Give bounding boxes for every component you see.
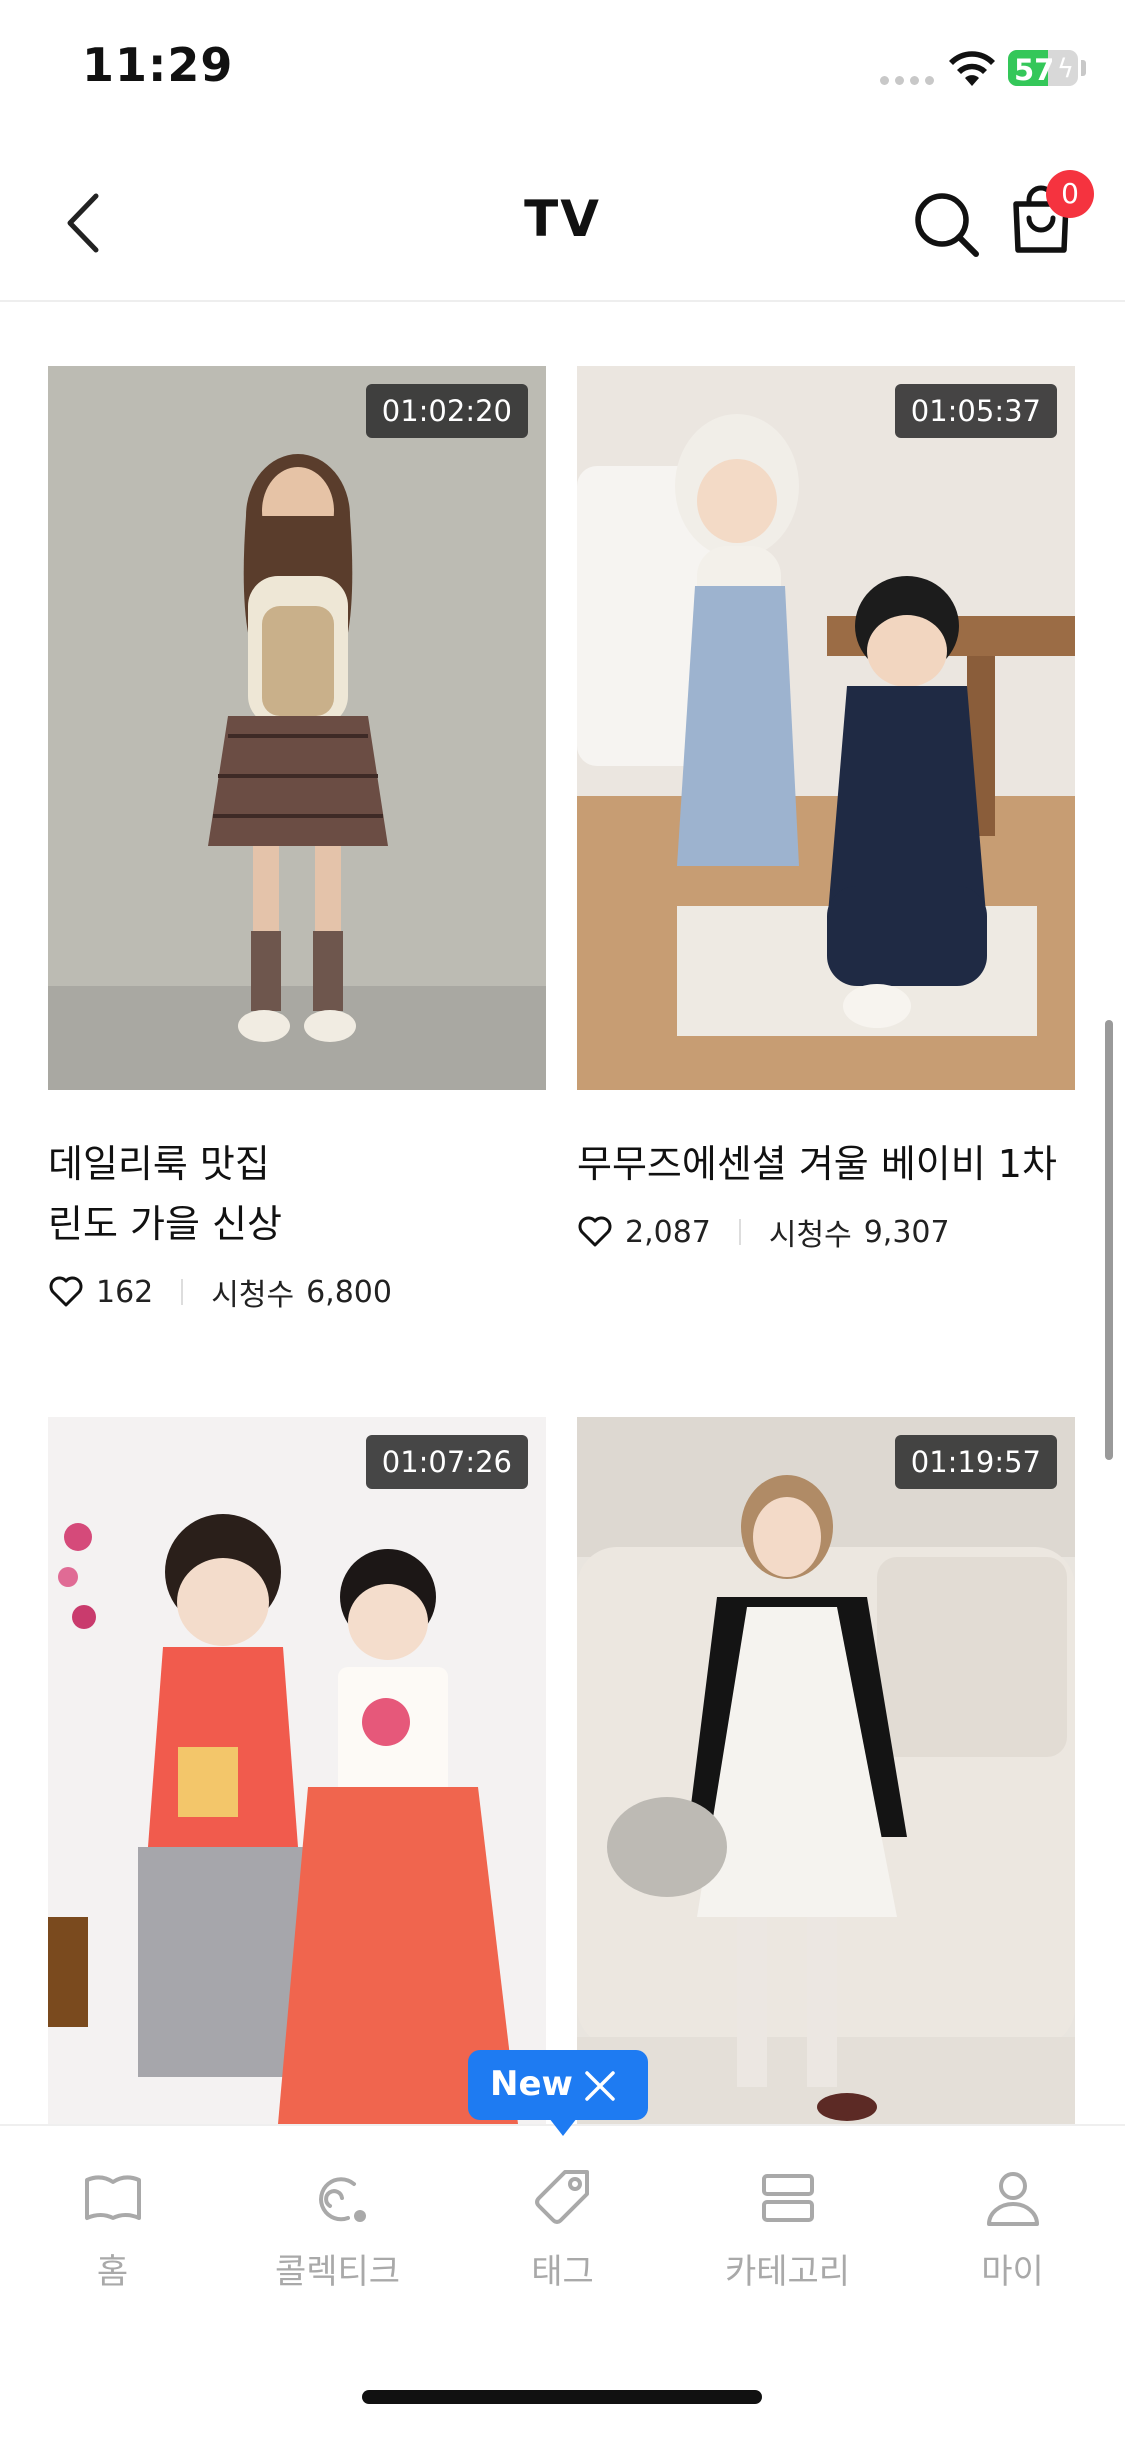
tooltip-pointer — [549, 2118, 577, 2136]
like-count: 162 — [96, 1274, 154, 1310]
thumbnail-image — [577, 366, 1075, 1090]
video-duration: 01:05:37 — [894, 384, 1057, 438]
new-label: New — [490, 2064, 573, 2104]
cart-count-badge: 0 — [1046, 170, 1094, 218]
search-icon[interactable] — [908, 186, 982, 260]
wifi-icon — [949, 51, 995, 86]
status-time: 11:29 — [82, 38, 234, 92]
video-title-line: 무무즈에센셜 겨울 베이비 1차 — [577, 1142, 1057, 1186]
collection-icon — [318, 2177, 366, 2222]
video-thumbnail[interactable]: 01:05:37 — [577, 366, 1075, 1090]
heart-icon[interactable] — [48, 1276, 84, 1308]
charging-bolt-icon: ϟ — [1056, 54, 1074, 84]
close-icon[interactable] — [582, 2068, 618, 2104]
video-duration: 01:02:20 — [365, 384, 528, 438]
heart-icon[interactable] — [577, 1216, 613, 1248]
battery-icon: 57 ϟ — [1008, 50, 1078, 86]
video-duration: 01:07:26 — [365, 1435, 528, 1489]
divider — [738, 1219, 741, 1245]
book-icon — [84, 2175, 141, 2220]
tab-label: 콜렉티크 — [274, 2252, 401, 2292]
thumbnail-image — [577, 1417, 1075, 2124]
tab-category[interactable]: 카테고리 — [675, 2166, 900, 2293]
person-icon — [986, 2172, 1039, 2226]
video-thumbnail[interactable]: 01:02:20 — [48, 366, 546, 1090]
tab-tag[interactable]: 태그 — [450, 2166, 675, 2293]
home-indicator[interactable] — [362, 2390, 762, 2404]
cellular-signal-icon — [880, 76, 934, 85]
video-title-line: 린도 가을 신상 — [48, 1202, 282, 1246]
video-thumbnail[interactable]: 01:07:26 — [48, 1417, 546, 2124]
battery-cap — [1081, 60, 1086, 76]
video-stats: 162 시청수 6,800 — [48, 1270, 546, 1314]
video-card[interactable]: 01:05:37 무무즈에센셜 겨울 베이비 1차 2,087 시청수 9,30… — [577, 366, 1075, 1254]
new-tag-tooltip[interactable]: New — [468, 2050, 648, 2120]
video-thumbnail[interactable]: 01:19:57 — [577, 1417, 1075, 2124]
video-title[interactable]: 데일리룩 맛집 린도 가을 신상 — [48, 1134, 546, 1254]
tab-collectique[interactable]: 콜렉티크 — [225, 2166, 450, 2293]
video-card[interactable]: 01:19:57 — [577, 1417, 1075, 2124]
video-card[interactable]: 01:07:26 — [48, 1417, 546, 2124]
header: TV — [0, 150, 1125, 302]
video-card[interactable]: 01:02:20 데일리룩 맛집 린도 가을 신상 162 시청수 6,800 — [48, 366, 546, 1314]
video-duration: 01:19:57 — [894, 1435, 1057, 1489]
tab-my[interactable]: 마이 — [900, 2166, 1125, 2293]
scroll-indicator[interactable] — [1105, 1020, 1113, 1460]
thumbnail-image — [48, 366, 546, 1090]
view-count: 6,800 — [306, 1274, 392, 1310]
video-stats: 2,087 시청수 9,307 — [577, 1210, 1075, 1254]
tab-label: 카테고리 — [724, 2252, 851, 2292]
video-title-line: 데일리룩 맛집 — [48, 1142, 270, 1186]
tag-icon — [534, 2170, 589, 2224]
video-title[interactable]: 무무즈에센셜 겨울 베이비 1차 — [577, 1134, 1075, 1194]
battery-percent: 57 — [1014, 53, 1055, 86]
tab-label: 마이 — [981, 2252, 1044, 2292]
category-icon — [761, 2174, 814, 2222]
thumbnail-image — [48, 1417, 546, 2124]
views-label: 시청수 — [768, 1218, 852, 1253]
views-label: 시청수 — [211, 1278, 295, 1313]
tab-label: 홈 — [96, 2252, 129, 2292]
status-bar: 11:29 57 ϟ — [0, 0, 1125, 140]
like-count: 2,087 — [625, 1214, 711, 1250]
view-count: 9,307 — [863, 1214, 950, 1250]
tab-label: 태그 — [531, 2252, 594, 2292]
tab-home[interactable]: 홈 — [0, 2166, 225, 2293]
divider — [181, 1279, 184, 1305]
